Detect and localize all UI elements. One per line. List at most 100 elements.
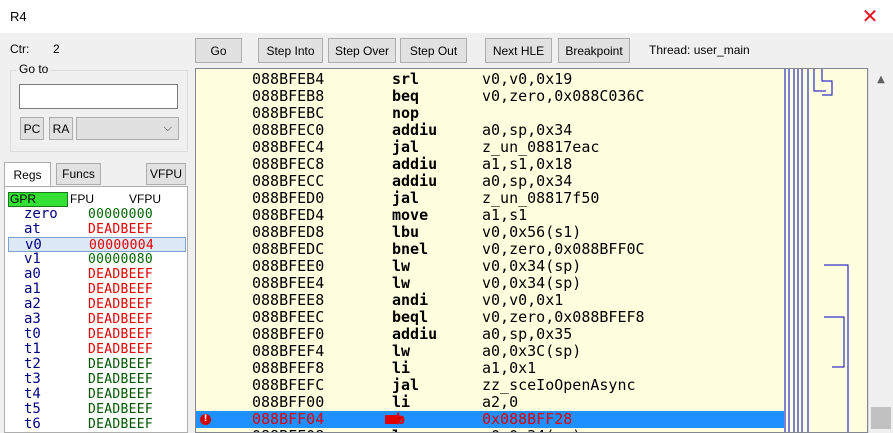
instruction-address: 088BFEFC bbox=[252, 376, 325, 394]
close-icon[interactable]: ✕ bbox=[862, 7, 879, 27]
instruction-address: 088BFEE4 bbox=[252, 274, 325, 292]
step-over-button[interactable]: Step Over bbox=[328, 38, 396, 63]
vfpu-button[interactable]: VFPU bbox=[146, 163, 186, 185]
instruction-row[interactable]: 088BFEC0 addiu a0,sp,0x34 bbox=[196, 122, 784, 139]
register-row-zero[interactable]: zero 00000000 bbox=[8, 207, 186, 223]
scroll-up-icon[interactable]: ▲ bbox=[869, 68, 893, 90]
instruction-address: 088BFED4 bbox=[252, 206, 325, 224]
instruction-row[interactable]: 088BFEEC beql v0,zero,0x088BFEF8 bbox=[196, 309, 784, 326]
tab-regs[interactable]: Regs bbox=[4, 162, 51, 187]
instruction-opcode: lbu bbox=[392, 223, 420, 241]
branch-line bbox=[824, 316, 845, 368]
instruction-address: 088BFEBC bbox=[252, 104, 325, 122]
instruction-operands: a1,0x1 bbox=[482, 359, 537, 377]
close-button[interactable]: ✕ bbox=[847, 0, 893, 33]
register-row-a0[interactable]: a0 DEADBEEF bbox=[8, 266, 186, 283]
instruction-row[interactable]: 088BFEB4 srl v0,v0,0x19 bbox=[196, 71, 784, 88]
instruction-row[interactable]: 088BFEF4 lw a0,0x3C(sp) bbox=[196, 343, 784, 360]
instruction-row[interactable]: 088BFEBC nop bbox=[196, 105, 784, 122]
register-value: DEADBEEF bbox=[88, 222, 154, 237]
register-value: DEADBEEF bbox=[88, 387, 154, 402]
register-value: DEADBEEF bbox=[88, 372, 154, 387]
instruction-row[interactable]: 088BFED0 jal z_un_08817f50 bbox=[196, 190, 784, 207]
instruction-row[interactable]: 088BFEE0 lw v0,0x34(sp) bbox=[196, 258, 784, 275]
register-row-v1[interactable]: v1 00000080 bbox=[8, 252, 186, 268]
branch-line bbox=[813, 69, 826, 92]
register-panel: GPR FPU VFPU zero 00000000 at DEADBEEF v0 000… bbox=[4, 186, 188, 433]
instruction-operands: a0,sp,0x34 bbox=[482, 172, 573, 190]
goto-label: Go to bbox=[17, 62, 51, 76]
tab-vfpu[interactable]: VFPU bbox=[129, 192, 161, 207]
register-value: 00000000 bbox=[88, 207, 154, 222]
register-row-t0[interactable]: t0 DEADBEEF bbox=[8, 327, 186, 343]
ctr-value: 2 bbox=[53, 42, 60, 56]
goto-input[interactable] bbox=[19, 84, 178, 109]
instruction-operands: v0,0x56(s1) bbox=[482, 223, 582, 241]
register-row-a1[interactable]: a1 DEADBEEF bbox=[8, 281, 186, 298]
instruction-row[interactable]: 088BFEDC bnel v0,zero,0x088BFF0C bbox=[196, 241, 784, 258]
scroll-thumb[interactable] bbox=[871, 407, 891, 429]
instruction-row[interactable]: 088BFED4 move a1,s1 bbox=[196, 207, 784, 224]
instruction-opcode: andi bbox=[392, 291, 429, 309]
register-row-t3[interactable]: t3 DEADBEEF bbox=[8, 371, 186, 388]
instruction-operands: zz_sceIoOpenAsync bbox=[482, 376, 636, 394]
instruction-operands: v0,zero,0x088C036C bbox=[482, 87, 645, 105]
instruction-row[interactable]: 088BFF00 li a2,0 bbox=[196, 394, 784, 411]
register-row-t5[interactable]: t5 DEADBEEF bbox=[8, 402, 186, 418]
register-row-t4[interactable]: t4 DEADBEEF bbox=[8, 387, 186, 403]
instruction-address: 088BFEF0 bbox=[252, 325, 325, 343]
pc-button[interactable]: PC bbox=[20, 117, 44, 140]
breakpoint-button[interactable]: Breakpoint bbox=[558, 38, 630, 63]
register-value: DEADBEEF bbox=[88, 327, 154, 342]
register-row-t2[interactable]: t2 DEADBEEF bbox=[8, 356, 186, 373]
instruction-row[interactable]: 088BFEF0 addiu a0,sp,0x35 bbox=[196, 326, 784, 343]
instruction-operands: a0,sp,0x34 bbox=[482, 121, 573, 139]
instruction-row[interactable]: 088BFECC addiu a0,sp,0x34 bbox=[196, 173, 784, 190]
register-row-t1[interactable]: t1 DEADBEEF bbox=[8, 342, 186, 358]
instruction-opcode: lw bbox=[392, 257, 411, 275]
instruction-address: 088BFEE0 bbox=[252, 257, 325, 275]
instruction-row[interactable]: 088BFEE4 lw v0,0x34(sp) bbox=[196, 275, 784, 292]
register-row-a2[interactable]: a2 DEADBEEF bbox=[8, 297, 186, 313]
disassembly-view[interactable]: 088BFEB4 srl v0,v0,0x19 088BFEB8 beq v0,zero,… bbox=[195, 68, 868, 433]
register-row-v0[interactable]: v0 00000004 bbox=[8, 237, 186, 253]
register-row-t6[interactable]: t6 DEADBEEF bbox=[8, 416, 186, 433]
instruction-row[interactable]: 088BFEC8 addiu a1,s1,0x18 bbox=[196, 156, 784, 173]
register-name: a1 bbox=[24, 281, 41, 297]
instruction-row[interactable]: 088BFEC4 jal z_un_08817eac bbox=[196, 139, 784, 156]
register-name: t2 bbox=[24, 356, 41, 372]
instruction-row[interactable]: 088BFF08 lw v0,0x34(sp) bbox=[196, 428, 784, 433]
go-button[interactable]: Go bbox=[195, 38, 242, 63]
step-into-button[interactable]: Step Into bbox=[258, 38, 323, 63]
next-hle-button[interactable]: Next HLE bbox=[485, 38, 552, 63]
instruction-address: 088BFF04 bbox=[252, 410, 325, 428]
instruction-row[interactable]: 088BFED8 lbu v0,0x56(s1) bbox=[196, 224, 784, 241]
instruction-operands: a1,s1,0x18 bbox=[482, 155, 573, 173]
instruction-row[interactable]: 088BFEFC jal zz_sceIoOpenAsync bbox=[196, 377, 784, 394]
instruction-row[interactable]: 088BFEF8 li a1,0x1 bbox=[196, 360, 784, 377]
breakpoint-icon[interactable]: ! bbox=[200, 414, 211, 425]
instruction-opcode: beq bbox=[392, 87, 420, 105]
current-instruction-row[interactable]: ! 088BFF04 b 0x088BFF28 bbox=[196, 411, 784, 428]
ra-button[interactable]: RA bbox=[49, 117, 73, 140]
instruction-address: 088BFEC8 bbox=[252, 155, 325, 173]
goto-combo[interactable]: ⌵ bbox=[76, 117, 179, 140]
tab-fpu[interactable]: FPU bbox=[70, 192, 94, 207]
chevron-down-icon[interactable]: ⌵ bbox=[164, 121, 172, 135]
instruction-row[interactable]: 088BFEE8 andi v0,v0,0x1 bbox=[196, 292, 784, 309]
instruction-operands: a2,0 bbox=[482, 393, 519, 411]
register-row-a3[interactable]: a3 DEADBEEF bbox=[8, 312, 186, 328]
instruction-opcode: beql bbox=[392, 308, 429, 326]
instruction-opcode: b bbox=[396, 410, 406, 428]
register-name: t3 bbox=[24, 371, 41, 387]
register-name: a0 bbox=[24, 266, 41, 282]
register-row-at[interactable]: at DEADBEEF bbox=[8, 222, 186, 238]
instruction-operands: z_un_08817eac bbox=[482, 138, 600, 156]
tab-funcs[interactable]: Funcs bbox=[56, 163, 101, 185]
instruction-operands: a0,sp,0x35 bbox=[482, 325, 573, 343]
register-name: t6 bbox=[24, 416, 41, 432]
instruction-row[interactable]: 088BFEB8 beq v0,zero,0x088C036C bbox=[196, 88, 784, 105]
vertical-scrollbar[interactable]: ▲ bbox=[868, 68, 893, 433]
tab-gpr[interactable]: GPR bbox=[8, 192, 68, 207]
step-out-button[interactable]: Step Out bbox=[400, 38, 467, 63]
